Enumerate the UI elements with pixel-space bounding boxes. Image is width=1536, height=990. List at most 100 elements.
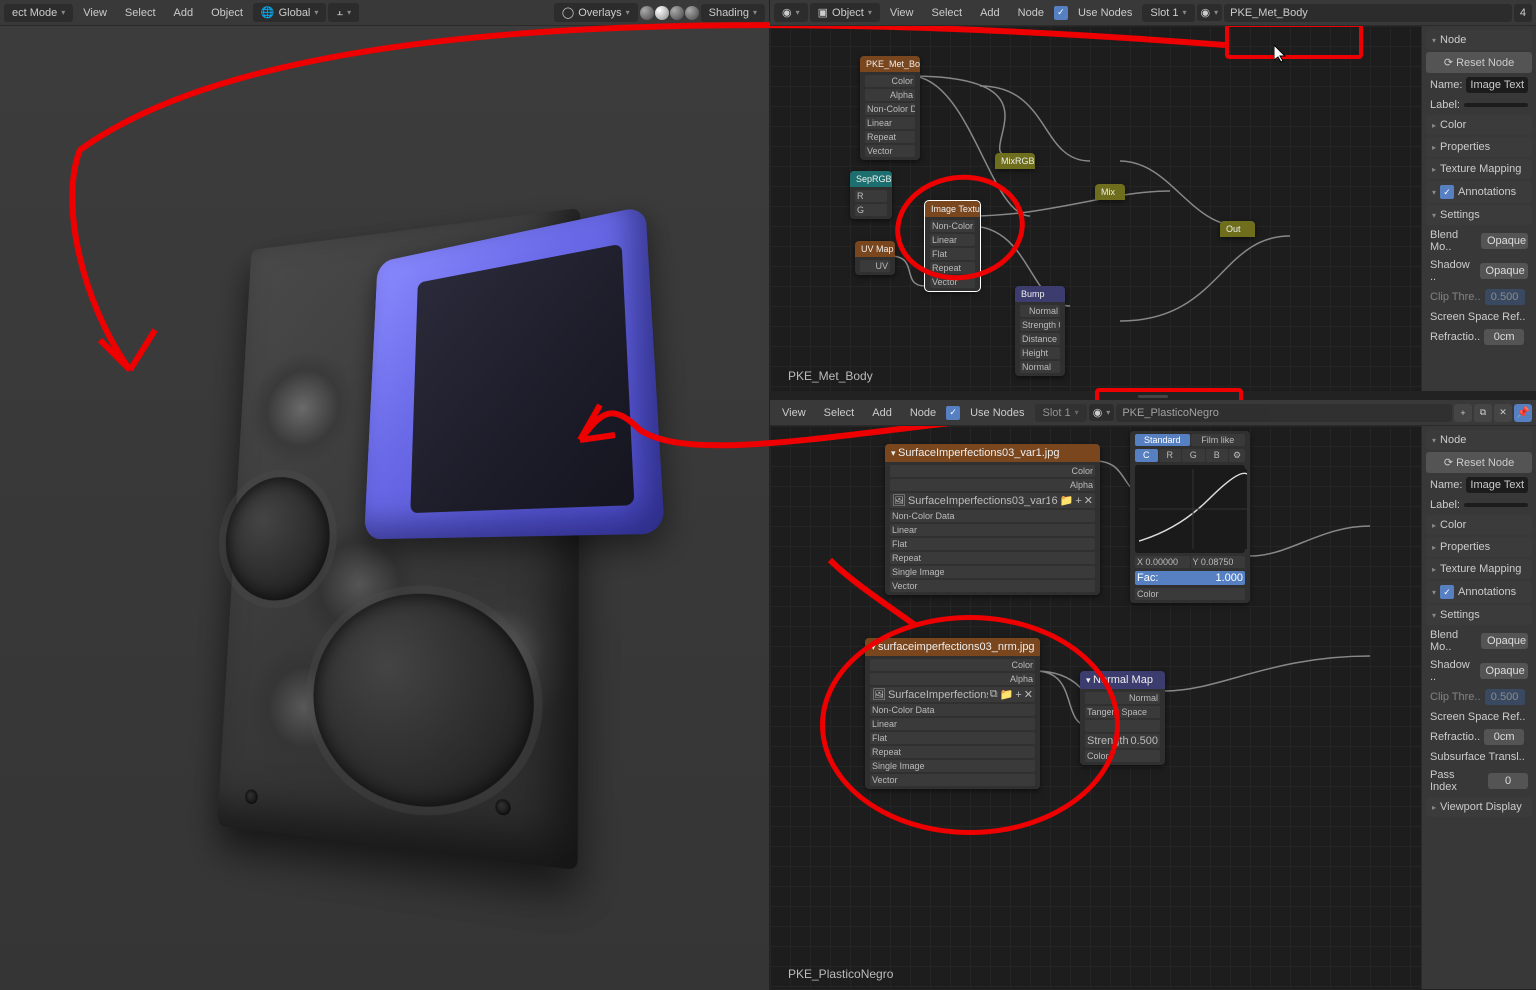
normal-map-node[interactable]: ▾ Normal Map Normal Tangent Space Streng… (1080, 671, 1165, 765)
reset-node-button[interactable]: ⟳ Reset Node (1426, 52, 1532, 73)
new-icon[interactable]: + (1015, 689, 1021, 701)
new-icon[interactable]: + (1075, 495, 1081, 507)
prop-strength[interactable]: Strength0.500 (1085, 734, 1160, 748)
channel-g[interactable]: G (1182, 449, 1205, 462)
socket-vector[interactable]: Vector (870, 774, 1035, 786)
viewport-3d[interactable]: ect Mode▾ View Select Add Object 🌐Global… (0, 0, 770, 990)
menu-node[interactable]: Node (902, 403, 944, 423)
prop-source[interactable]: Single Image (890, 566, 1095, 578)
tab-filmlike[interactable]: Film like (1191, 434, 1246, 446)
prop-colorspace[interactable]: Non-Color Data (890, 510, 1095, 522)
name-field[interactable]: Image Text (1466, 77, 1528, 93)
prop-strength[interactable]: Strength 0.1 (1020, 319, 1060, 331)
socket-normal-out[interactable]: Normal (1085, 692, 1160, 704)
image-texture-node-1[interactable]: PKE_Met_Body Color Alpha Non-Color Data … (860, 56, 920, 160)
shading-dropdown[interactable]: Shading▾ (701, 4, 765, 22)
prop-extension[interactable]: Repeat (890, 552, 1095, 564)
mix-node-1[interactable]: MixRGB (995, 153, 1035, 169)
socket-alpha[interactable]: Alpha (865, 89, 915, 101)
panel-texmap[interactable]: ▸Texture Mapping (1426, 559, 1532, 579)
refraction-field[interactable]: 0cm (1484, 329, 1524, 345)
annotations-check[interactable]: ✓ (1440, 185, 1454, 199)
prop-interp[interactable]: Linear (870, 718, 1035, 730)
panel-node[interactable]: ▾Node (1426, 430, 1532, 450)
socket-normal-out[interactable]: Normal (1020, 305, 1060, 317)
material-browse[interactable]: ◉▾ (1197, 4, 1223, 21)
curve-tools[interactable]: ⚙ (1229, 449, 1245, 462)
shading-wireframe-icon[interactable] (640, 6, 654, 20)
new-material-button[interactable]: + (1454, 404, 1472, 422)
panel-settings[interactable]: ▾Settings (1426, 605, 1532, 625)
prop-uvmap[interactable] (1085, 720, 1160, 732)
prop-interp[interactable]: Linear (865, 117, 915, 129)
menu-add[interactable]: Add (972, 3, 1008, 23)
material-users[interactable]: 4 (1514, 4, 1532, 22)
pass-field[interactable]: 0 (1488, 773, 1528, 789)
image-file-row[interactable]: 🖼 SurfaceImperfections03_nrm.jpg ⧉📁+✕ (870, 687, 1035, 702)
unlink-icon[interactable]: ✕ (1024, 688, 1033, 701)
image-texture-node-nrm[interactable]: ▾ surfaceimperfections03_nrm.jpg Color A… (865, 638, 1040, 789)
blend-dropdown[interactable]: Opaque (1481, 633, 1528, 649)
panel-viewport-display[interactable]: ▸Viewport Display (1426, 797, 1532, 817)
shadow-dropdown[interactable]: Opaque (1480, 663, 1528, 679)
unlink-button[interactable]: ✕ (1494, 404, 1512, 422)
label-field[interactable] (1464, 103, 1528, 107)
menu-view[interactable]: View (774, 403, 814, 423)
mode-dropdown[interactable]: ect Mode▾ (4, 4, 73, 22)
shader-type-dropdown[interactable]: ▣Object▾ (810, 3, 880, 22)
panel-properties[interactable]: ▸Properties (1426, 137, 1532, 157)
socket-color[interactable]: Color (1085, 750, 1160, 762)
shading-rendered-icon[interactable] (685, 6, 699, 20)
orientation-dropdown[interactable]: 🌐Global▾ (253, 3, 327, 22)
menu-select[interactable]: Select (816, 403, 863, 423)
prop-colorspace[interactable]: Non-Color Data (865, 103, 915, 115)
blend-dropdown[interactable]: Opaque (1481, 233, 1528, 249)
socket-color[interactable]: Color (870, 659, 1035, 671)
prop-extension[interactable]: Repeat (930, 262, 975, 274)
menu-object[interactable]: Object (203, 3, 251, 23)
rgb-curves-node[interactable]: Standard Film like C R G B ⚙ (1130, 431, 1250, 603)
editor-type-dropdown[interactable]: ◉▾ (774, 3, 808, 22)
open-icon[interactable]: 📁 (1000, 688, 1014, 701)
panel-texmap[interactable]: ▸Texture Mapping (1426, 159, 1532, 179)
panel-settings[interactable]: ▾Settings (1426, 205, 1532, 225)
label-field[interactable] (1464, 503, 1528, 507)
prop-source[interactable]: Single Image (870, 760, 1035, 772)
copy-button[interactable]: ⧉ (1474, 404, 1492, 422)
prop-distance[interactable]: Distance (1020, 333, 1060, 345)
area-divider[interactable] (770, 392, 1536, 400)
channel-r[interactable]: R (1159, 449, 1182, 462)
teal-node[interactable]: SepRGBRG (850, 171, 892, 219)
menu-select[interactable]: Select (117, 3, 164, 23)
slot-dropdown[interactable]: Slot 1▾ (1142, 4, 1194, 22)
menu-view[interactable]: View (75, 3, 115, 23)
socket-height[interactable]: Height (1020, 347, 1060, 359)
node-editor-bottom[interactable]: View Select Add Node ✓ Use Nodes Slot 1▾… (770, 400, 1536, 990)
menu-select[interactable]: Select (924, 3, 971, 23)
socket[interactable]: G (855, 204, 887, 216)
panel-color[interactable]: ▸Color (1426, 515, 1532, 535)
panel-annotations[interactable]: ▾✓Annotations (1426, 181, 1532, 203)
refraction-field[interactable]: 0cm (1484, 729, 1524, 745)
panel-color[interactable]: ▸Color (1426, 115, 1532, 135)
slot-dropdown[interactable]: Slot 1▾ (1035, 404, 1087, 422)
socket-vector[interactable]: Vector (865, 145, 915, 157)
menu-add[interactable]: Add (166, 3, 202, 23)
bump-node[interactable]: Bump Normal Strength 0.1 Distance Height… (1015, 286, 1065, 376)
overlays-dropdown[interactable]: ◯Overlays▾ (554, 3, 638, 22)
unlink-icon[interactable]: ✕ (1084, 494, 1093, 507)
shadow-dropdown[interactable]: Opaque (1480, 263, 1528, 279)
menu-add[interactable]: Add (864, 403, 900, 423)
sss-label[interactable]: Subsurface Transl.. (1430, 751, 1525, 763)
socket-color[interactable]: Color (1135, 588, 1245, 600)
mix-node-3[interactable]: Out (1220, 221, 1255, 237)
prop-proj[interactable]: Flat (870, 732, 1035, 744)
panel-properties[interactable]: ▸Properties (1426, 537, 1532, 557)
viewport-canvas[interactable] (0, 26, 769, 990)
prop-space[interactable]: Tangent Space (1085, 706, 1160, 718)
panel-annotations[interactable]: ▾✓Annotations (1426, 581, 1532, 603)
curve-widget[interactable] (1135, 465, 1245, 553)
pin-button[interactable]: 📌 (1514, 404, 1532, 422)
material-browse[interactable]: ◉▾ (1089, 404, 1115, 421)
panel-node[interactable]: ▾Node (1426, 30, 1532, 50)
